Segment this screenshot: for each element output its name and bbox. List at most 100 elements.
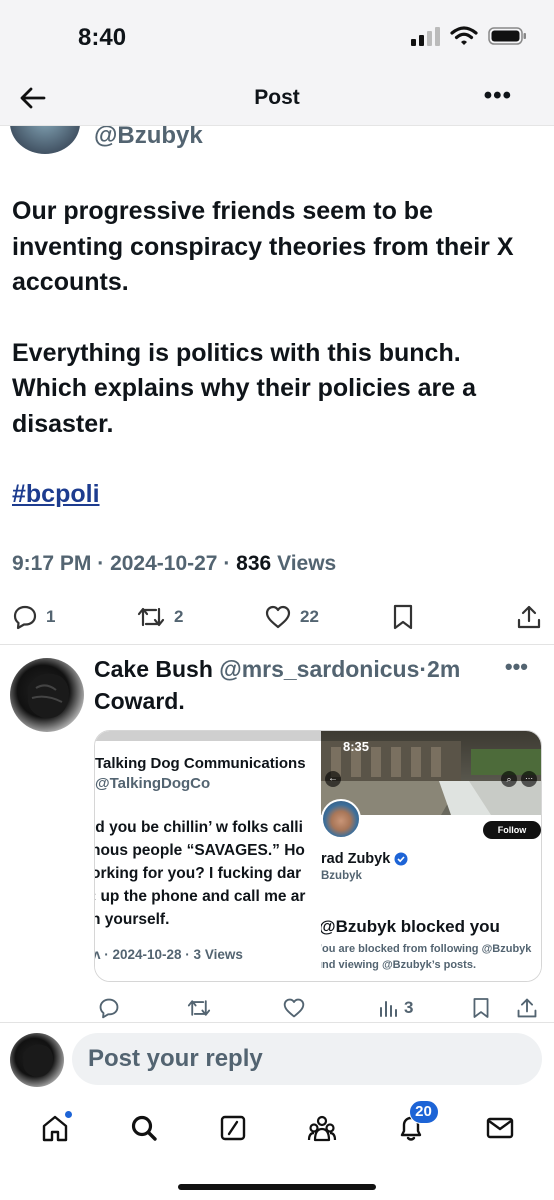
reply-button[interactable]: 1 [12,604,55,630]
author-avatar[interactable] [10,126,80,154]
cellular-signal-icon [411,27,440,46]
tab-grok[interactable] [213,1108,253,1148]
reply-input[interactable]: Post your reply [72,1033,542,1085]
share-icon [517,998,537,1018]
reply-handle[interactable]: @mrs_sardonicus [219,656,419,682]
tab-home[interactable] [35,1108,75,1148]
blocked-line: ʼou are blocked from following @Bzubyk [321,943,532,955]
reply-more-button[interactable]: ••• [505,654,528,680]
post-time: 9:17 PM [12,552,92,575]
left-account-name: Talking Dog Communications [95,755,306,772]
left-text-line: n yourself. [95,911,170,928]
bookmark-icon [393,604,413,630]
tab-communities[interactable] [302,1108,342,1148]
reply-text: Coward. [94,688,185,714]
hashtag-link[interactable]: #bcpoli [12,480,100,508]
composer-avatar [10,1033,64,1087]
views-label: Views [277,552,337,575]
right-profile-name: rad Zubyk [321,851,408,867]
follow-button: Follow [483,821,541,839]
grok-icon [220,1115,245,1141]
reply-avatar[interactable] [10,658,84,732]
mail-icon [486,1117,513,1139]
status-icons [410,26,528,46]
repost-icon [187,1000,211,1016]
repost-count: 2 [174,607,184,626]
left-text-line: ıd you be chillin’ w folks calli [95,819,303,836]
reply-age: ·2m [419,656,461,682]
header-strip [95,731,321,741]
meta-separator: · [97,552,105,575]
avatar-image [23,1044,54,1077]
repost-button[interactable]: 2 [136,604,183,630]
reply-like-button[interactable] [282,997,306,1019]
left-text-line: ‹ up the phone and call me ar [95,888,306,905]
page-title: Post [254,86,300,109]
reply-bookmark-button[interactable] [472,997,490,1019]
bottom-tab-bar: 20 [0,1098,554,1158]
like-count: 22 [300,607,319,626]
attachment-left-panel: Talking Dog Communications @TalkingDogCo… [95,731,321,981]
back-icon: ← [325,771,341,787]
verified-badge-icon [394,852,408,866]
home-indicator [178,1184,376,1190]
more-options-button[interactable]: ••• [484,82,512,110]
reply-comment-button[interactable] [98,997,120,1019]
communities-icon [307,1115,336,1142]
post-actions: 1 2 22 [0,600,554,634]
search-icon [131,1115,157,1141]
post-paragraph: Our progressive friends seem to be inven… [12,197,514,296]
right-status-time: 8:35 [343,739,370,754]
wifi-icon [450,26,478,45]
heart-icon [265,605,291,629]
nav-bar: Post ••• [0,70,554,126]
reply-display-name[interactable]: Cake Bush [94,656,213,682]
bookmark-icon [473,998,489,1018]
search-icon: ⌕ [501,771,517,787]
left-text-line: nous people “SAVAGES.” Ho [95,842,305,859]
ellipsis-icon: ••• [483,82,512,109]
share-button[interactable] [516,604,542,630]
repost-icon [137,607,165,627]
comment-icon [99,998,119,1019]
post-meta: 9:17 PM · 2024-10-27 · 836 Views [12,552,336,576]
reply-image-attachment[interactable]: Talking Dog Communications @TalkingDogCo… [94,730,542,982]
right-profile-handle: Bzubyk [321,870,362,882]
left-meta: ʌ · 2024-10-28 · 3 Views [95,947,243,962]
post-text: Our progressive friends seem to be inven… [12,194,542,548]
tab-messages[interactable] [480,1108,520,1148]
post-author-row: @Bzubyk [0,126,554,156]
reply-views-count: 3 [404,998,414,1017]
tab-notifications[interactable]: 20 [391,1100,439,1148]
share-icon [517,605,541,629]
reply-share-button[interactable] [516,997,538,1019]
reply-author-line: Cake Bush @mrs_sardonicus·2m [94,656,460,683]
blocked-title: @Bzubyk blocked you [321,917,500,936]
author-handle[interactable]: @Bzubyk [94,126,203,150]
blocked-line: ınd viewing @Bzubyk’s posts. [321,959,477,971]
meta-separator: · [223,552,231,575]
left-text-line: orking for you? I fucking dar [95,865,302,882]
like-button[interactable]: 22 [264,604,319,630]
divider [0,644,554,645]
avatar-image [28,673,69,719]
home-unread-dot [63,1110,73,1119]
reply-views-button[interactable]: 3 [378,998,413,1018]
views-count: 836 [236,552,272,575]
bookmark-button[interactable] [392,604,414,630]
analytics-icon [380,1001,397,1017]
battery-icon [488,27,526,45]
attachment-right-panel: 8:35 ← ⌕ ⋯ Follow rad Zubyk Bzubyk @Bzub… [321,731,541,981]
profile-avatar [321,799,361,839]
post-paragraph: Everything is politics with this bunch. … [12,338,477,438]
more-icon: ⋯ [521,771,537,787]
status-time: 8:40 [78,24,127,51]
post-date: 2024-10-27 [110,552,218,575]
reply-composer: Post your reply [0,1022,554,1098]
comment-icon [13,605,37,630]
status-bar: 8:40 [0,0,554,70]
reply-count: 1 [46,607,56,626]
tab-search[interactable] [124,1108,164,1148]
left-account-handle: @TalkingDogCo [95,775,211,792]
reply-repost-button[interactable] [186,997,212,1019]
